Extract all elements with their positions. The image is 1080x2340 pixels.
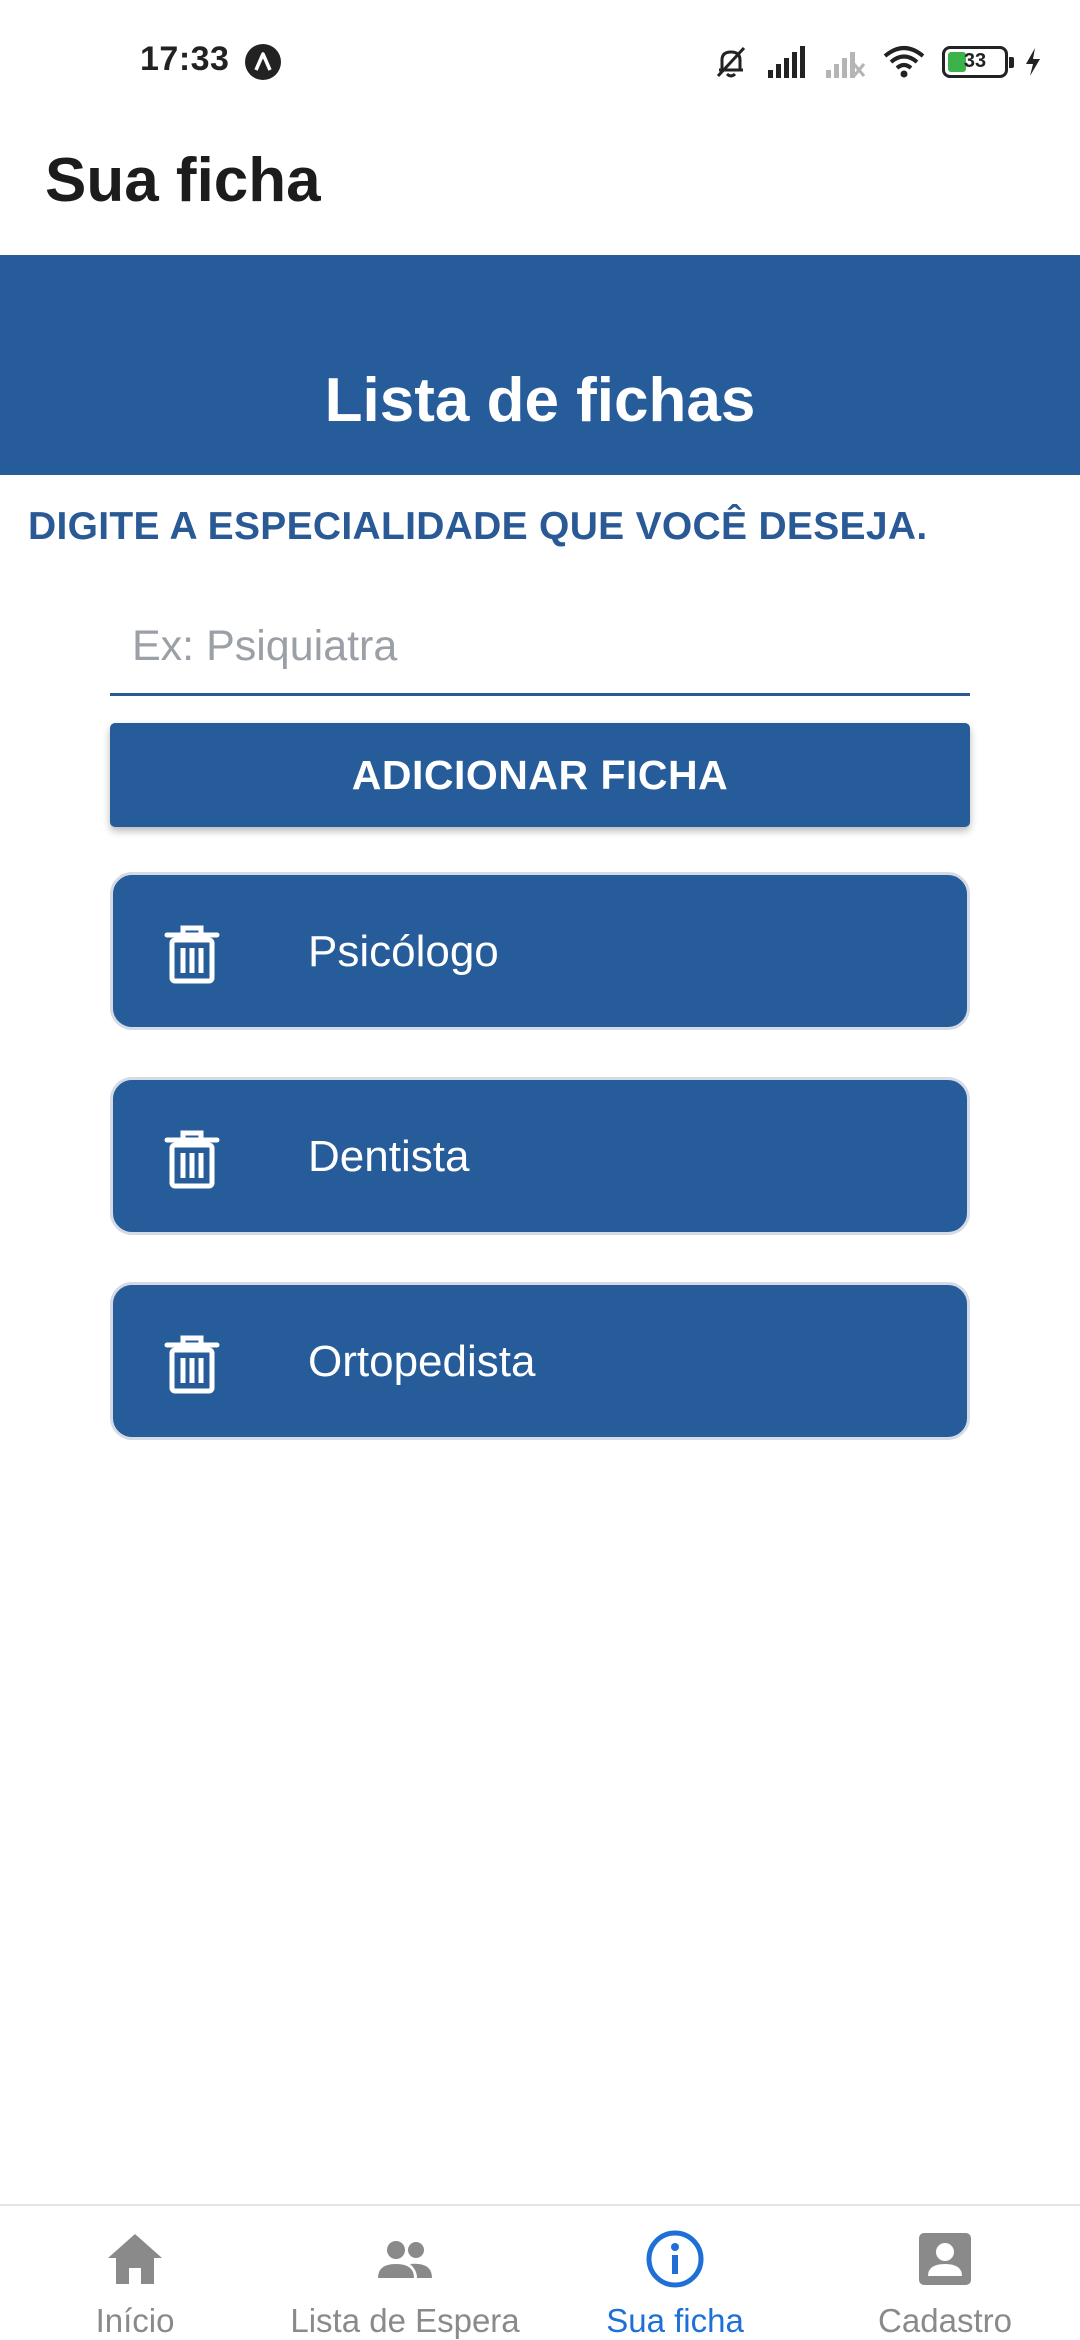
status-bar: 17:33 33 [0, 0, 1080, 125]
banner: Lista de fichas [0, 255, 1080, 475]
app-notification-icon [245, 44, 281, 80]
mute-icon [712, 43, 750, 81]
app-screen: 17:33 33 Sua ficha Lista de fichas DIGIT… [0, 0, 1080, 2340]
ficha-card[interactable]: Psicólogo [110, 872, 970, 1030]
ficha-label: Psicólogo [308, 927, 499, 976]
trash-icon[interactable] [161, 1128, 223, 1190]
app-header: Sua ficha [0, 125, 1080, 255]
trash-icon[interactable] [161, 1333, 223, 1395]
bottom-nav: Início Lista de Espera Sua ficha Cadastr… [0, 2204, 1080, 2340]
ficha-label: Dentista [308, 1132, 470, 1181]
page-title: Sua ficha [45, 146, 321, 215]
nav-label: Sua ficha [606, 2302, 744, 2339]
nav-item-lista-de-espera[interactable]: Lista de Espera [270, 2206, 540, 2340]
specialty-field [110, 600, 970, 696]
nav-label: Cadastro [878, 2302, 1012, 2339]
battery-icon: 33 [942, 46, 1014, 78]
nav-label: Início [95, 2302, 175, 2339]
account-box-icon [914, 2228, 976, 2290]
home-icon [104, 2228, 166, 2290]
people-icon [374, 2228, 436, 2290]
charging-icon [1024, 47, 1042, 77]
nav-label: Lista de Espera [290, 2302, 520, 2339]
specialty-input[interactable] [110, 600, 970, 693]
ficha-list: Psicólogo Dentista Ortopedista [110, 872, 970, 1487]
instruction-text: DIGITE A ESPECIALIDADE QUE VOCÊ DESEJA. [28, 505, 928, 548]
nav-item-sua-ficha[interactable]: Sua ficha [540, 2206, 810, 2340]
battery-level: 33 [963, 50, 987, 72]
trash-icon[interactable] [161, 923, 223, 985]
nav-item-inicio[interactable]: Início [0, 2206, 270, 2340]
add-ficha-button[interactable]: ADICIONAR FICHA [110, 723, 970, 827]
banner-title: Lista de fichas [324, 366, 756, 435]
ficha-card[interactable]: Ortopedista [110, 1282, 970, 1440]
status-icons: 33 [712, 42, 1042, 82]
ficha-label: Ortopedista [308, 1337, 536, 1386]
signal-icon [766, 46, 808, 78]
ficha-card[interactable]: Dentista [110, 1077, 970, 1235]
status-time: 17:33 [140, 40, 230, 78]
nav-item-cadastro[interactable]: Cadastro [810, 2206, 1080, 2340]
info-icon [644, 2228, 706, 2290]
wifi-icon [882, 45, 926, 79]
signal-no-service-icon [824, 46, 866, 78]
